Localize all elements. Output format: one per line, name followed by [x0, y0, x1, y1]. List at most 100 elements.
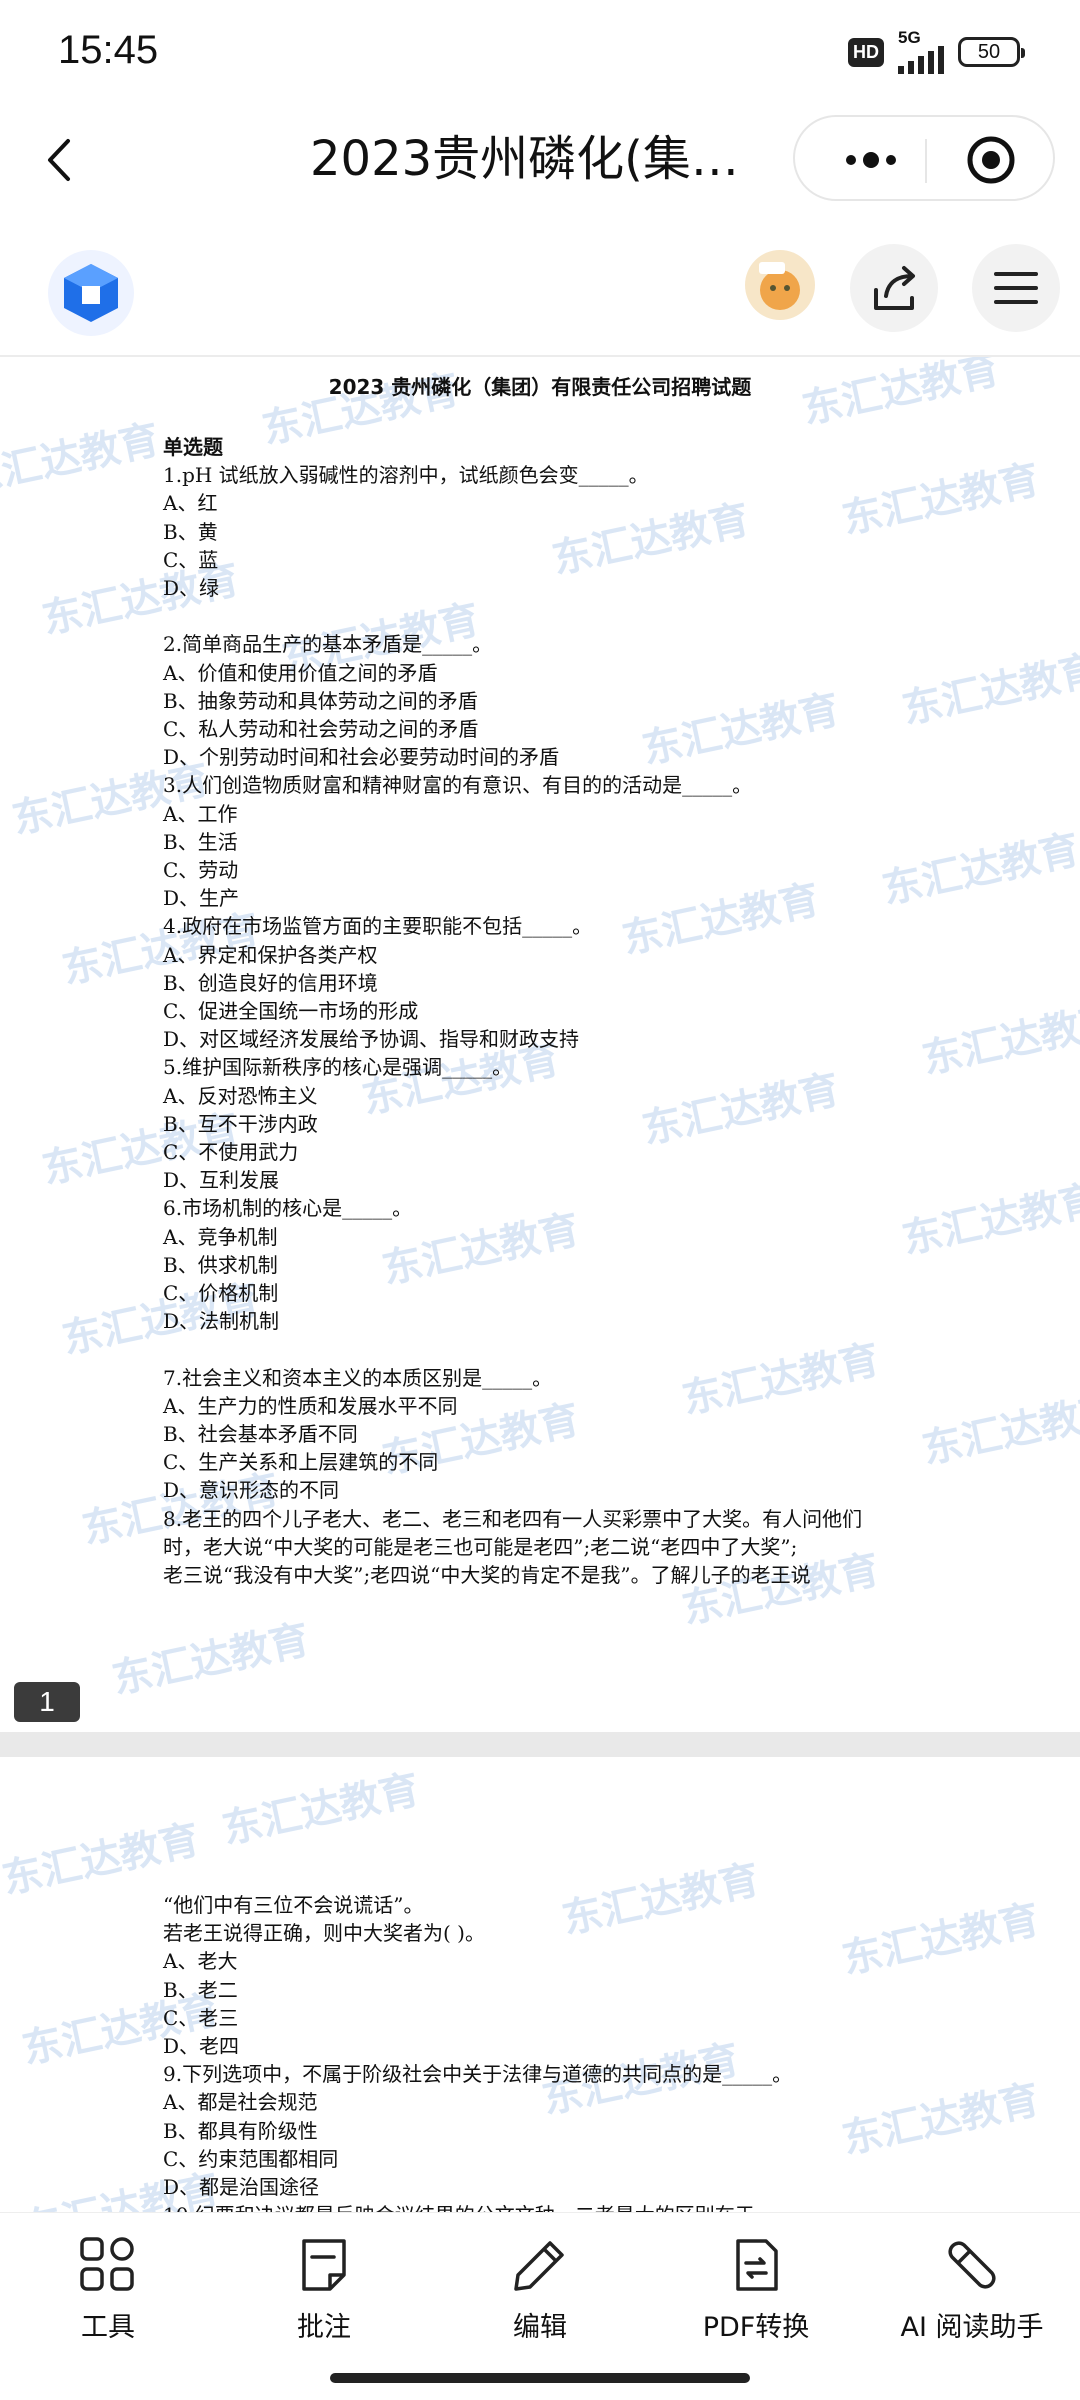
document-line: B、抽象劳动和具体劳动之间的矛盾: [163, 688, 478, 713]
document-line: C、不使用武力: [163, 1140, 299, 1165]
document-line: D、意识形态的不同: [163, 1478, 340, 1503]
document-title: 2023 贵州磷化（集团）有限责任公司招聘试题: [328, 375, 752, 399]
document-line: B、生活: [163, 829, 238, 854]
pdf-convert-icon: [736, 2239, 778, 2291]
edit-pencil-icon: [514, 2241, 564, 2291]
document-line: A、反对恐怖主义: [163, 1083, 318, 1108]
mini-program-capsule: [793, 115, 1055, 201]
document-line: C、促进全国统一市场的形成: [163, 999, 419, 1024]
document-line: C、劳动: [163, 858, 239, 883]
bottom-toolbar: 工具 批注 编辑 PDF转换 AI 阅读助手: [0, 2212, 1080, 2356]
document-line: 8.老王的四个儿子老大、老二、老三和老四有一人买彩票中了大奖。有人问他们: [163, 1506, 863, 1531]
document-line: 老三说“我没有中大奖”;老四说“中大奖的肯定不是我”。了解儿子的老王说: [163, 1563, 811, 1588]
document-line: B、黄: [163, 519, 218, 544]
section-heading: 单选题: [163, 435, 223, 459]
tool-button-ai-assistant[interactable]: AI 阅读助手: [872, 2235, 1072, 2344]
target-icon[interactable]: [965, 134, 1017, 186]
network-type: 5G: [898, 28, 921, 47]
document-viewer[interactable]: 东汇达教育 东汇达教育 东汇达教育 东汇达教育 东汇达教育 东汇达教育 东汇达教…: [0, 357, 1080, 2212]
document-line: B、老二: [163, 1977, 238, 2002]
tool-label: PDF转换: [702, 2312, 810, 2343]
document-line: A、都是社会规范: [163, 2090, 318, 2115]
tool-label: AI 阅读助手: [900, 2312, 1044, 2343]
document-line: A、价值和使用价值之间的矛盾: [163, 660, 438, 685]
document-line: D、互利发展: [163, 1168, 280, 1193]
document-line: D、老四: [163, 2034, 240, 2059]
app-logo-icon[interactable]: [48, 250, 134, 336]
document-line: B、都具有阶级性: [163, 2118, 318, 2143]
document-line: 2.简单商品生产的基本矛盾是_____。: [163, 632, 493, 657]
document-line: A、老大: [163, 1949, 238, 1974]
document-line: C、价格机制: [163, 1281, 279, 1306]
hamburger-menu-icon[interactable]: [972, 244, 1060, 332]
document-line: A、生产力的性质和发展水平不同: [163, 1393, 458, 1418]
document-line: C、私人劳动和社会劳动之间的矛盾: [163, 717, 479, 742]
watermark: 东汇达教育: [218, 1766, 424, 1854]
question-list: 单选题 1.pH 试纸放入弱碱性的溶剂中，试纸颜色会变_____。 A、红 B、黄 C…: [163, 433, 943, 1589]
document-line: 6.市场机制的核心是_____。: [163, 1196, 413, 1221]
status-time: 15:45: [58, 28, 159, 72]
document-line: 5.维护国际新秩序的核心是强调_____。: [163, 1055, 513, 1080]
more-dots-icon[interactable]: [831, 145, 911, 175]
ai-assistant-icon: [948, 2241, 996, 2289]
document-line: D、对区域经济发展给予协调、指导和财政支持: [163, 1027, 580, 1052]
tool-button-tools[interactable]: 工具: [8, 2235, 208, 2344]
document-line: A、竞争机制: [163, 1224, 278, 1249]
tool-button-annotate[interactable]: 批注: [224, 2235, 424, 2344]
hd-badge: HD: [848, 37, 884, 67]
document-line: C、生产关系和上层建筑的不同: [163, 1450, 439, 1475]
app-toolbar: [0, 230, 1080, 357]
watermark: 东汇达教育: [0, 416, 164, 504]
status-bar: 15:45 HD 5G 50: [0, 0, 1080, 105]
document-line: B、互不干涉内政: [163, 1111, 318, 1136]
tool-button-pdf-convert[interactable]: PDF转换: [656, 2235, 856, 2344]
capsule-divider: [925, 139, 927, 183]
document-page-1: 东汇达教育 东汇达教育 东汇达教育 东汇达教育 东汇达教育 东汇达教育 东汇达教…: [0, 357, 1080, 1732]
document-line: 若老王说得正确，则中大奖者为( )。: [163, 1921, 485, 1946]
battery-level: 50: [977, 40, 1001, 63]
nav-header: 2023贵州磷化(集团有限责任公司招聘试题: [0, 105, 1080, 215]
annotate-icon: [302, 2239, 346, 2291]
tool-button-edit[interactable]: 编辑: [440, 2235, 640, 2344]
document-line: A、红: [163, 491, 218, 516]
document-line: 1.pH 试纸放入弱碱性的溶剂中，试纸颜色会变_____。: [163, 463, 649, 488]
document-line: 10.纪要和决议都是反映会议结果的公文文种，二者最大的区别在于: [163, 2201, 943, 2212]
document-line: A、工作: [163, 801, 238, 826]
tools-grid-icon: [80, 2237, 134, 2291]
status-icons: HD 5G 50: [848, 28, 1025, 74]
document-line: D、生产: [163, 886, 240, 911]
tool-label: 批注: [297, 2312, 351, 2343]
tool-label: 编辑: [513, 2312, 567, 2343]
document-page-2: 东汇达教育 东汇达教育 东汇达教育 东汇达教育 东汇达教育 东汇达教育 东汇达教…: [0, 1757, 1080, 2212]
document-line: 7.社会主义和资本主义的本质区别是_____。: [163, 1365, 553, 1390]
watermark: 东汇达教育: [108, 1616, 314, 1704]
document-line: 9.下列选项中，不属于阶级社会中关于法律与道德的共同点的是_____。: [163, 2062, 793, 2087]
page-number-badge: 1: [14, 1682, 80, 1722]
back-arrow-icon[interactable]: [40, 135, 80, 185]
document-line: B、社会基本矛盾不同: [163, 1422, 358, 1447]
battery-icon: 50: [958, 37, 1025, 67]
document-line: 4.政府在市场监管方面的主要职能不包括_____。: [163, 914, 593, 939]
document-line: D、法制机制: [163, 1309, 280, 1334]
signal-icon: 5G: [898, 28, 944, 74]
document-line: D、都是治国途径: [163, 2175, 320, 2200]
home-indicator[interactable]: [330, 2373, 750, 2383]
document-line: B、创造良好的信用环境: [163, 970, 378, 995]
avatar-icon[interactable]: [745, 250, 815, 320]
question-list: “他们中有三位不会说谎话”。若老王说得正确，则中大奖者为( )。 A、老大 B、老二…: [163, 1891, 943, 2212]
document-line: “他们中有三位不会说谎话”。: [163, 1893, 424, 1917]
document-line: C、老三: [163, 2005, 239, 2030]
document-line: C、约束范围都相同: [163, 2146, 339, 2171]
document-line: 时，老大说“中大奖的可能是老三也可能是老四”;老二说“老四中了大奖”;: [163, 1534, 798, 1559]
document-line: D、个别劳动时间和社会必要劳动时间的矛盾: [163, 745, 560, 770]
document-line: A、界定和保护各类产权: [163, 942, 378, 967]
document-line: D、绿: [163, 576, 220, 601]
document-line: 3.人们创造物质财富和精神财富的有意识、有目的的活动是_____。: [163, 773, 753, 798]
document-line: B、供求机制: [163, 1252, 278, 1277]
share-icon[interactable]: [850, 244, 938, 332]
tool-label: 工具: [81, 2312, 135, 2343]
page-title: 2023贵州磷化(集团有限责任公司招聘试题: [310, 131, 780, 187]
document-line: C、蓝: [163, 547, 219, 572]
